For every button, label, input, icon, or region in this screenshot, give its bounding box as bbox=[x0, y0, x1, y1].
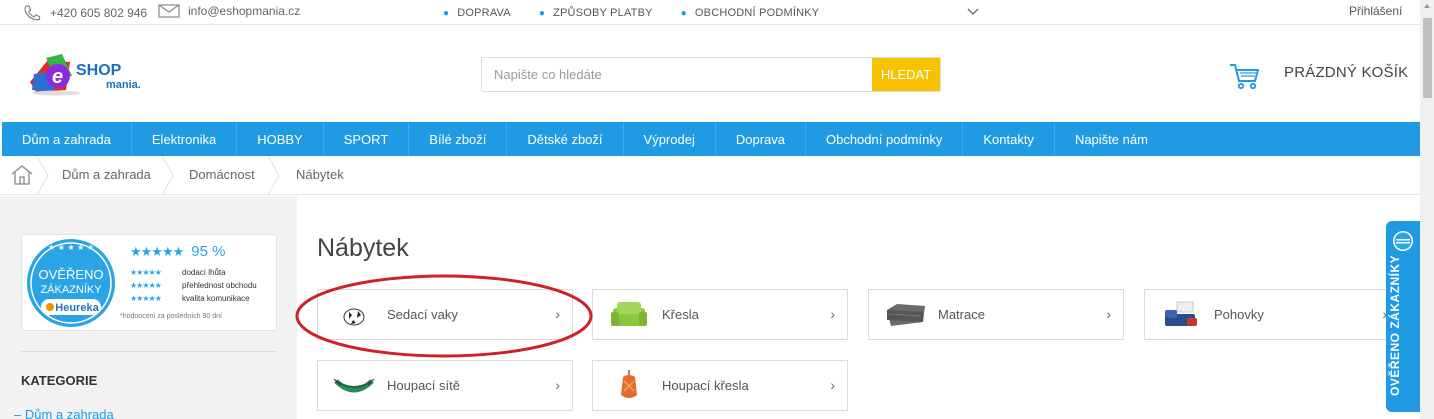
nav-item-sport[interactable]: SPORT bbox=[324, 122, 410, 156]
overall-score: ★★★★★ 95 % bbox=[130, 243, 225, 260]
search-button[interactable]: HLEDAT bbox=[872, 58, 940, 91]
nav-item-napiste-nam[interactable]: Napište nám bbox=[1055, 122, 1168, 156]
envelope-icon bbox=[158, 4, 180, 18]
chevron-right-icon: › bbox=[555, 306, 560, 322]
category-name: Houpací křesla bbox=[662, 378, 749, 393]
nav-item-detske-zbozi[interactable]: Dětské zboží bbox=[507, 122, 624, 156]
rating-stars: ★★★★★ bbox=[130, 268, 162, 277]
sofa-icon bbox=[1165, 301, 1197, 326]
heureka-brand: Heureka bbox=[55, 302, 99, 314]
logo-mania-text: mania. bbox=[106, 79, 141, 91]
nav-item-vyprodej[interactable]: Výprodej bbox=[624, 122, 716, 156]
login-link[interactable]: Přihlášení bbox=[1349, 4, 1402, 18]
rating-label: přehlednost obchodu bbox=[182, 281, 257, 290]
breadcrumb-item-nabytek: Nábytek bbox=[296, 167, 344, 182]
search-bar: HLEDAT bbox=[481, 57, 941, 92]
sidebar-title: KATEGORIE bbox=[21, 373, 98, 388]
scroll-up-arrow-icon[interactable] bbox=[1424, 4, 1430, 8]
svg-text:★ ★ ★ ★ ★: ★ ★ ★ ★ ★ bbox=[48, 243, 94, 252]
category-name: Sedací vaky bbox=[387, 307, 458, 322]
heureka-mini-badge-icon bbox=[1393, 231, 1413, 251]
heureka-side-widget[interactable]: OVĚŘENO ZÁKAZNÍKY bbox=[1386, 221, 1420, 412]
logo-shop-text: SHOP bbox=[76, 62, 122, 79]
category-name: Matrace bbox=[938, 307, 985, 322]
heureka-rating-widget[interactable]: ★ ★ ★ ★ ★ OVĚŘENO ZÁKAZNÍKY Heureka ★★★★… bbox=[21, 234, 277, 331]
chevron-right-icon: › bbox=[830, 377, 835, 393]
chevron-down-icon[interactable] bbox=[966, 5, 980, 19]
rating-label: kvalita komunikace bbox=[182, 294, 250, 303]
home-icon[interactable] bbox=[10, 164, 34, 186]
svg-text:e: e bbox=[52, 66, 63, 88]
phone-contact[interactable]: +420 605 802 946 bbox=[22, 4, 147, 22]
bullet-icon: ● bbox=[443, 8, 450, 19]
hanging-chair-icon bbox=[621, 370, 637, 398]
phone-number: +420 605 802 946 bbox=[50, 6, 148, 20]
nav-item-kontakty[interactable]: Kontakty bbox=[963, 122, 1055, 156]
rating-row: ★★★★★ dodací lhůta bbox=[130, 268, 226, 277]
breadcrumb: Dům a zahrada Domácnost Nábytek bbox=[0, 156, 1420, 195]
sidebar-category-item[interactable]: – Dům a zahrada bbox=[14, 407, 114, 419]
heureka-verified-badge-icon: ★ ★ ★ ★ ★ OVĚŘENO ZÁKAZNÍKY Heureka bbox=[25, 237, 117, 329]
nav-item-dum-a-zahrada[interactable]: Dům a zahrada bbox=[2, 122, 132, 156]
top-link-podminky[interactable]: ● OBCHODNÍ PODMÍNKY bbox=[681, 7, 820, 19]
main-navigation: Dům a zahrada Elektronika HOBBY SPORT Bí… bbox=[2, 122, 1420, 156]
top-bar: +420 605 802 946 info@eshopmania.cz ● DOP… bbox=[0, 0, 1420, 25]
category-name: Pohovky bbox=[1214, 307, 1264, 322]
shopping-cart-icon[interactable] bbox=[1229, 62, 1261, 90]
email-address: info@eshopmania.cz bbox=[188, 4, 301, 18]
bean-bag-icon bbox=[343, 308, 365, 326]
badge-line-2: ZÁKAZNÍKY bbox=[40, 283, 102, 296]
search-input[interactable] bbox=[482, 58, 872, 91]
cart-label[interactable]: PRÁZDNÝ KOŠÍK bbox=[1284, 64, 1408, 81]
breadcrumb-separator bbox=[161, 156, 174, 195]
rating-label: dodací lhůta bbox=[182, 268, 226, 277]
category-tile-houpaci-site[interactable]: Houpací sítě › bbox=[317, 360, 573, 411]
breadcrumb-item-domacnost[interactable]: Domácnost bbox=[189, 167, 255, 182]
category-tile-sedaci-vaky[interactable]: Sedací vaky › bbox=[317, 289, 573, 340]
top-link-doprava[interactable]: ● DOPRAVA bbox=[443, 7, 511, 19]
rating-stars: ★★★★★ bbox=[130, 281, 162, 290]
chevron-right-icon: › bbox=[830, 306, 835, 322]
top-link-platby[interactable]: ● ZPŮSOBY PLATBY bbox=[539, 7, 653, 19]
category-tile-houpaci-kresla[interactable]: Houpací křesla › bbox=[592, 360, 848, 411]
top-links: ● DOPRAVA ● ZPŮSOBY PLATBY ● OBCHODNÍ PODMÍ… bbox=[443, 7, 819, 19]
hammock-icon bbox=[333, 378, 375, 393]
nav-item-doprava[interactable]: Doprava bbox=[716, 122, 806, 156]
phone-icon bbox=[24, 5, 41, 21]
score-stars: ★★★★★ bbox=[130, 243, 184, 259]
rating-row: ★★★★★ přehlednost obchodu bbox=[130, 281, 257, 290]
nav-item-elektronika[interactable]: Elektronika bbox=[132, 122, 238, 156]
widget-label: OVĚŘENO ZÁKAZNÍKY bbox=[1388, 254, 1402, 396]
armchair-icon bbox=[611, 302, 647, 326]
nav-item-hobby[interactable]: HOBBY bbox=[237, 122, 324, 156]
scrollbar-thumb[interactable] bbox=[1423, 18, 1432, 98]
eshopmania-logo[interactable]: e SHOP mania. bbox=[26, 52, 156, 96]
category-tile-matrace[interactable]: Matrace › bbox=[868, 289, 1124, 340]
badge-line-1: OVĚŘENO bbox=[38, 267, 103, 282]
rating-note: *hodnocení za posledních 90 dní bbox=[120, 313, 222, 320]
breadcrumb-separator bbox=[267, 156, 280, 195]
chevron-right-icon: › bbox=[1106, 306, 1111, 322]
category-name: Křesla bbox=[662, 307, 699, 322]
sidebar: ★ ★ ★ ★ ★ OVĚŘENO ZÁKAZNÍKY Heureka ★★★★… bbox=[0, 196, 297, 419]
email-contact[interactable]: info@eshopmania.cz bbox=[158, 4, 300, 18]
category-tile-pohovky[interactable]: Pohovky › bbox=[1144, 289, 1400, 340]
logo-graphic: e SHOP mania. bbox=[30, 54, 141, 96]
score-percent: 95 % bbox=[191, 243, 226, 260]
chevron-right-icon: › bbox=[555, 377, 560, 393]
rating-stars: ★★★★★ bbox=[130, 294, 162, 303]
nav-item-obchodni-podminky[interactable]: Obchodní podmínky bbox=[806, 122, 964, 156]
page-title: Nábytek bbox=[317, 234, 409, 262]
bullet-icon: ● bbox=[538, 8, 546, 19]
category-tile-kresla[interactable]: Křesla › bbox=[592, 289, 848, 340]
rating-row: ★★★★★ kvalita komunikace bbox=[130, 294, 250, 303]
sidebar-divider bbox=[21, 351, 277, 352]
breadcrumb-item-dum-a-zahrada[interactable]: Dům a zahrada bbox=[62, 167, 151, 182]
breadcrumb-separator bbox=[36, 156, 49, 195]
category-name: Houpací sítě bbox=[387, 378, 460, 393]
nav-item-bile-zbozi[interactable]: Bílé zboží bbox=[409, 122, 508, 156]
bullet-icon: ● bbox=[680, 8, 687, 19]
mattress-icon bbox=[887, 304, 925, 326]
